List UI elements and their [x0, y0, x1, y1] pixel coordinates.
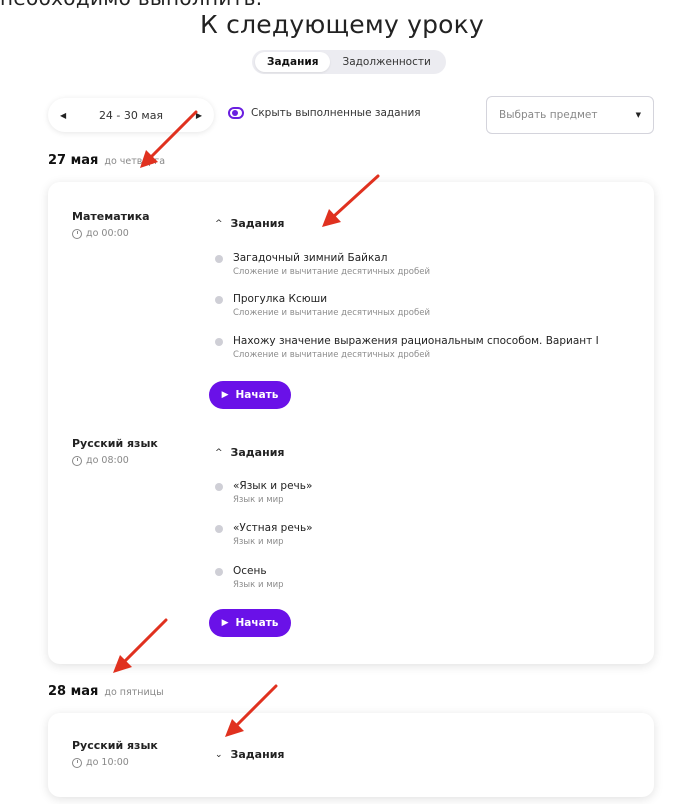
tasks-toggle[interactable]: ⌄ Задания: [215, 748, 284, 761]
day-heading: 28 мая до пятницы: [48, 684, 164, 699]
play-icon: ▶: [221, 618, 229, 628]
task-item[interactable]: «Язык и речь» Язык и мир: [215, 480, 312, 505]
task-item[interactable]: Осень Язык и мир: [215, 565, 284, 590]
clock-icon: [72, 228, 82, 239]
tasks-toggle-label: Задания: [230, 748, 285, 761]
task-title[interactable]: Загадочный зимний Байкал: [233, 252, 430, 264]
day-heading: 27 мая до четверга: [48, 153, 165, 168]
tasks-toggle-label: Задания: [230, 217, 285, 230]
task-subtitle: Сложение и вычитание десятичных дробей: [233, 350, 430, 360]
status-dot-icon: [215, 568, 223, 576]
start-button-label: Начать: [235, 617, 279, 629]
subject-select[interactable]: Выбрать предмет ▼: [486, 96, 654, 134]
subject-name: Русский язык: [72, 437, 158, 450]
task-subtitle: Язык и мир: [233, 495, 284, 505]
week-selector: ◀ 24 - 30 мая ▶: [48, 98, 214, 132]
next-week-icon[interactable]: ▶: [196, 111, 202, 120]
day-card: Русский язык до 10:00 ⌄ Задания: [48, 713, 654, 797]
day-card: Математика до 00:00 ^ Задания Загадочный…: [48, 182, 654, 664]
prev-week-icon[interactable]: ◀: [60, 111, 66, 120]
start-button[interactable]: ▶ Начать: [209, 609, 291, 637]
day-date: 27 мая: [48, 153, 99, 168]
clock-icon: [72, 455, 82, 466]
subject-select-placeholder: Выбрать предмет: [499, 109, 598, 121]
day-deadline: до четверга: [104, 156, 166, 167]
task-title[interactable]: Прогулка Ксюши: [233, 293, 430, 305]
subject-due-time: до 10:00: [86, 757, 129, 768]
task-title[interactable]: «Устная речь»: [233, 522, 313, 534]
task-item[interactable]: Нахожу значение выражения рациональным с…: [215, 335, 599, 360]
tasks-toggle[interactable]: ^ Задания: [215, 446, 284, 459]
chevron-down-icon: ⌄: [215, 749, 223, 760]
subject-block: Русский язык до 10:00: [72, 739, 158, 768]
task-title[interactable]: Осень: [233, 565, 284, 577]
tab-debts[interactable]: Задолженности: [330, 52, 442, 72]
task-subtitle: Язык и мир: [233, 537, 284, 547]
task-subtitle: Сложение и вычитание десятичных дробей: [233, 308, 430, 318]
subject-due: до 00:00: [72, 228, 150, 239]
dropdown-caret-icon: ▼: [635, 111, 641, 119]
chevron-up-icon: ^: [215, 447, 223, 458]
toggle-label: Скрыть выполненные задания: [251, 107, 421, 119]
subject-due: до 10:00: [72, 757, 158, 768]
toggle-switch-icon[interactable]: [228, 107, 244, 119]
status-dot-icon: [215, 525, 223, 533]
subject-due-time: до 08:00: [86, 455, 129, 466]
chevron-up-icon: ^: [215, 218, 223, 229]
tasks-toggle-label: Задания: [230, 446, 285, 459]
status-dot-icon: [215, 296, 223, 304]
play-icon: ▶: [221, 390, 229, 400]
cut-off-text: необходимо выполнить.: [0, 0, 262, 10]
day-date: 28 мая: [48, 684, 99, 699]
subject-name: Русский язык: [72, 739, 158, 752]
week-range: 24 - 30 мая: [98, 108, 164, 122]
hide-completed-toggle[interactable]: Скрыть выполненные задания: [228, 107, 421, 119]
day-deadline: до пятницы: [104, 687, 164, 698]
task-subtitle: Язык и мир: [233, 580, 284, 590]
subject-block: Математика до 00:00: [72, 210, 150, 239]
start-button-label: Начать: [235, 389, 279, 401]
start-button[interactable]: ▶ Начать: [209, 381, 291, 409]
subject-due-time: до 00:00: [86, 228, 129, 239]
task-item[interactable]: «Устная речь» Язык и мир: [215, 522, 313, 547]
status-dot-icon: [215, 255, 223, 263]
subject-block: Русский язык до 08:00: [72, 437, 158, 466]
task-title[interactable]: «Язык и речь»: [233, 480, 312, 492]
page-title: К следующему уроку: [200, 10, 484, 39]
status-dot-icon: [215, 483, 223, 491]
task-subtitle: Сложение и вычитание десятичных дробей: [233, 267, 430, 277]
tasks-toggle[interactable]: ^ Задания: [215, 217, 284, 230]
task-item[interactable]: Прогулка Ксюши Сложение и вычитание деся…: [215, 293, 430, 318]
tab-tasks[interactable]: Задания: [255, 52, 331, 72]
task-title[interactable]: Нахожу значение выражения рациональным с…: [233, 335, 599, 347]
subject-name: Математика: [72, 210, 150, 223]
clock-icon: [72, 757, 82, 768]
subject-due: до 08:00: [72, 455, 158, 466]
tab-switcher: Задания Задолженности: [252, 50, 446, 74]
task-item[interactable]: Загадочный зимний Байкал Сложение и вычи…: [215, 252, 430, 277]
status-dot-icon: [215, 338, 223, 346]
